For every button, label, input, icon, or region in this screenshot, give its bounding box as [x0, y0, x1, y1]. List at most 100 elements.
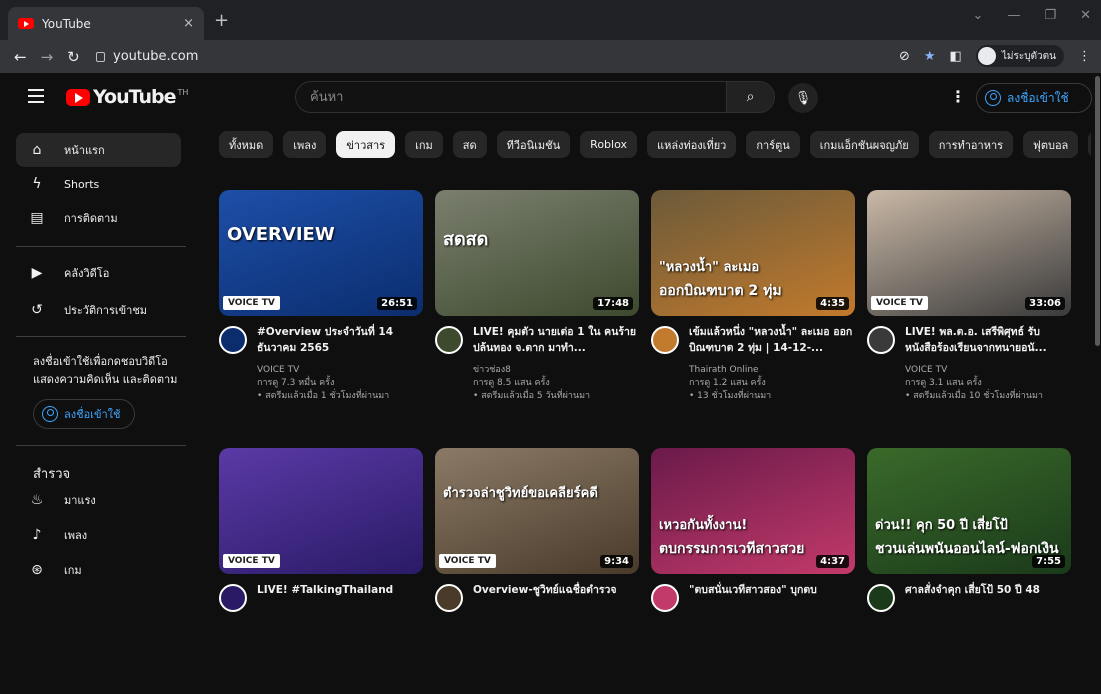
maximize-button[interactable]: ❐ [1044, 8, 1056, 23]
search-input[interactable] [296, 89, 726, 105]
video-title[interactable]: Overview-ชูวิทย์แฉชื่อตำรวจ [473, 582, 639, 598]
video-thumbnail[interactable]: VOICE TV [219, 448, 423, 574]
youtube-logo[interactable]: YouTube TH [66, 86, 188, 108]
video-title[interactable]: #Overview ประจำวันที่ 14 ธันวาคม 2565 [257, 324, 423, 356]
channel-name[interactable]: VOICE TV [905, 364, 1071, 377]
video-title[interactable]: "ตบสนั่นเวทีสาวสอง" บุกตบ [689, 582, 855, 598]
video-title[interactable]: LIVE! พล.ต.อ. เสรีพิศุทธ์ รับ หนังสือร้อ… [905, 324, 1071, 356]
sidebar-item-music[interactable]: ♪ เพลง [16, 518, 181, 552]
settings-menu-icon[interactable]: ⋮ [950, 87, 966, 106]
channel-avatar[interactable] [867, 584, 895, 612]
video-meta: LIVE! พล.ต.อ. เสรีพิศุทธ์ รับ หนังสือร้อ… [867, 326, 1071, 436]
sidebar-item-library[interactable]: ▶ คลังวิดีโอ [16, 256, 181, 290]
video-title[interactable]: เข้มแล้วหนึ่ง "หลวงน้ำ" ละเมอ ออกบิณฑบาต… [689, 324, 855, 356]
video-thumbnail[interactable]: ตำรวจล่าชูวิทย์ขอเคลียร์คดี VOICE TV 9:34 [435, 448, 639, 574]
video-details: VOICE TV การดู 7.3 หมื่น ครั้ง • สตรีมแล้ว… [257, 364, 423, 403]
sidebar-item-label: เกม [64, 564, 82, 577]
chip-9[interactable]: เกมแอ็กชันผจญภัย [809, 131, 919, 158]
channel-watermark: VOICE TV [871, 296, 928, 310]
video-card[interactable]: "หลวงน้ำ" ละเมอ ออกบิณฑบาต 2 ทุ่ม 4:35 เข้ม… [651, 190, 855, 436]
lock-icon[interactable] [96, 51, 105, 62]
sidebar-signin-button[interactable]: ลงชื่อเข้าใช้ [33, 399, 135, 429]
channel-avatar[interactable] [867, 326, 895, 354]
sidebar-item-label: ประวัติการเข้าชม [64, 304, 148, 317]
video-thumbnail[interactable]: "หลวงน้ำ" ละเมอ ออกบิณฑบาต 2 ทุ่ม 4:35 [651, 190, 855, 316]
profile-button[interactable]: ไม่ระบุตัวตน [975, 45, 1064, 67]
library-icon: ▶ [31, 265, 43, 281]
video-thumbnail[interactable]: ด่วน!! คุก 50 ปี เสี่ยโป้ ชวนเล่นพนันออนไ… [867, 448, 1071, 574]
chip-5[interactable]: ทีวีอนิเมชัน [496, 131, 571, 158]
video-card[interactable]: ด่วน!! คุก 50 ปี เสี่ยโป้ ชวนเล่นพนันออนไ… [867, 448, 1071, 694]
browser-menu-icon[interactable]: ⋮ [1078, 49, 1091, 64]
header-signin-button[interactable]: ลงชื่อเข้าใช้ [976, 83, 1092, 113]
duration-badge: 4:35 [816, 297, 849, 310]
chip-3[interactable]: เกม [405, 131, 443, 158]
voice-search-button[interactable]: 🎙 [788, 83, 818, 113]
bookmark-star-icon[interactable]: ★ [924, 49, 936, 64]
sidebar-item-subscriptions[interactable]: ▤ การติดตาม [16, 201, 181, 235]
side-panel-icon[interactable]: ◧ [950, 49, 962, 64]
video-card[interactable]: สดสด 17:48 LIVE! คุมตัว นายเต่อ 1 ใน คนร้า… [435, 190, 639, 436]
channel-name[interactable]: Thairath Online [689, 364, 855, 377]
chip-2[interactable]: ข่าวสาร [336, 131, 396, 158]
browser-tab[interactable]: YouTube × [8, 7, 204, 40]
upload-time: • สตรีมแล้วเมื่อ 5 วันที่ผ่านมา [473, 391, 591, 401]
chip-8[interactable]: การ์ตูน [746, 131, 800, 158]
chip-12[interactable]: อั [1088, 131, 1091, 158]
channel-avatar[interactable] [651, 584, 679, 612]
search-button[interactable]: ⌕ [726, 82, 774, 112]
chip-10[interactable]: การทำอาหาร [928, 131, 1014, 158]
video-thumbnail[interactable]: เหวอกันทั้งงาน! ตบกรรมการเวทีสาวสวย 4:37 [651, 448, 855, 574]
thumbnail-caption: ชวนเล่นพนันออนไลน์-ฟอกเงิน [875, 541, 1059, 557]
sidebar-item-gaming[interactable]: ⊛ เกม [16, 553, 181, 587]
sidebar-item-shorts[interactable]: ϟ Shorts [16, 167, 181, 201]
back-icon[interactable]: ← [14, 48, 27, 66]
video-card[interactable]: เหวอกันทั้งงาน! ตบกรรมการเวทีสาวสวย 4:37 "ต… [651, 448, 855, 694]
close-window-button[interactable]: ✕ [1080, 8, 1091, 23]
thumbnail-caption: ตบกรรมการเวทีสาวสวย [659, 541, 805, 557]
channel-avatar[interactable] [435, 584, 463, 612]
video-meta: ศาลสั่งจำคุก เสี่ยโป้ 50 ปี 48 [867, 584, 1071, 694]
chip-11[interactable]: ฟุตบอล [1023, 131, 1079, 158]
tab-close-icon[interactable]: × [183, 16, 194, 31]
page-scrollbar[interactable] [1095, 76, 1100, 346]
chip-6[interactable]: Roblox [580, 131, 637, 158]
new-tab-button[interactable]: + [214, 10, 229, 31]
reload-icon[interactable]: ↻ [67, 48, 80, 66]
channel-avatar[interactable] [219, 584, 247, 612]
video-card[interactable]: ตำรวจล่าชูวิทย์ขอเคลียร์คดี VOICE TV 9:34 O… [435, 448, 639, 694]
video-card[interactable]: VOICE TV 33:06 LIVE! พล.ต.อ. เสรีพิศุทธ์ ร… [867, 190, 1071, 436]
video-card[interactable]: VOICE TV LIVE! #TalkingThailand [219, 448, 423, 694]
video-thumbnail[interactable]: VOICE TV 33:06 [867, 190, 1071, 316]
incognito-eye-icon[interactable]: ⊘ [899, 49, 910, 64]
video-card[interactable]: OVERVIEW VOICE TV 26:51 #Overview ประจำวันท… [219, 190, 423, 436]
sidebar-item-history[interactable]: ↺ ประวัติการเข้าชม [16, 293, 181, 327]
youtube-play-icon [66, 88, 90, 106]
chip-0[interactable]: ทั้งหมด [219, 131, 274, 158]
forward-icon[interactable]: → [41, 48, 54, 66]
video-thumbnail[interactable]: OVERVIEW VOICE TV 26:51 [219, 190, 423, 316]
video-title[interactable]: ศาลสั่งจำคุก เสี่ยโป้ 50 ปี 48 [905, 582, 1071, 598]
channel-avatar[interactable] [435, 326, 463, 354]
url-text[interactable]: youtube.com [113, 49, 198, 64]
minimize-button[interactable]: — [1007, 8, 1020, 23]
video-title[interactable]: LIVE! #TalkingThailand [257, 582, 423, 598]
sidebar-item-trending[interactable]: ♨ มาแรง [16, 483, 181, 517]
chip-1[interactable]: เพลง [283, 131, 327, 158]
channel-avatar[interactable] [651, 326, 679, 354]
omnibox[interactable]: youtube.com [96, 44, 976, 69]
channel-name[interactable]: ข่าวช่อง8 [473, 364, 639, 377]
chip-4[interactable]: สด [452, 131, 487, 158]
chip-7[interactable]: แหล่งท่องเที่ยว [647, 131, 737, 158]
subscriptions-icon: ▤ [30, 210, 44, 226]
browser-tab-bar: YouTube × + ⌄ — ❐ ✕ [0, 0, 1101, 40]
view-count: การดู 7.3 หมื่น ครั้ง [257, 378, 335, 388]
channel-name[interactable]: VOICE TV [257, 364, 423, 377]
video-title[interactable]: LIVE! คุมตัว นายเต่อ 1 ใน คนร้ายปล้นทอง … [473, 324, 639, 356]
sidebar-item-home[interactable]: ⌂ หน้าแรก [16, 133, 181, 167]
tab-search-icon[interactable]: ⌄ [973, 8, 984, 23]
video-meta: LIVE! คุมตัว นายเต่อ 1 ใน คนร้ายปล้นทอง … [435, 326, 639, 436]
video-thumbnail[interactable]: สดสด 17:48 [435, 190, 639, 316]
menu-icon[interactable] [28, 89, 44, 103]
channel-avatar[interactable] [219, 326, 247, 354]
